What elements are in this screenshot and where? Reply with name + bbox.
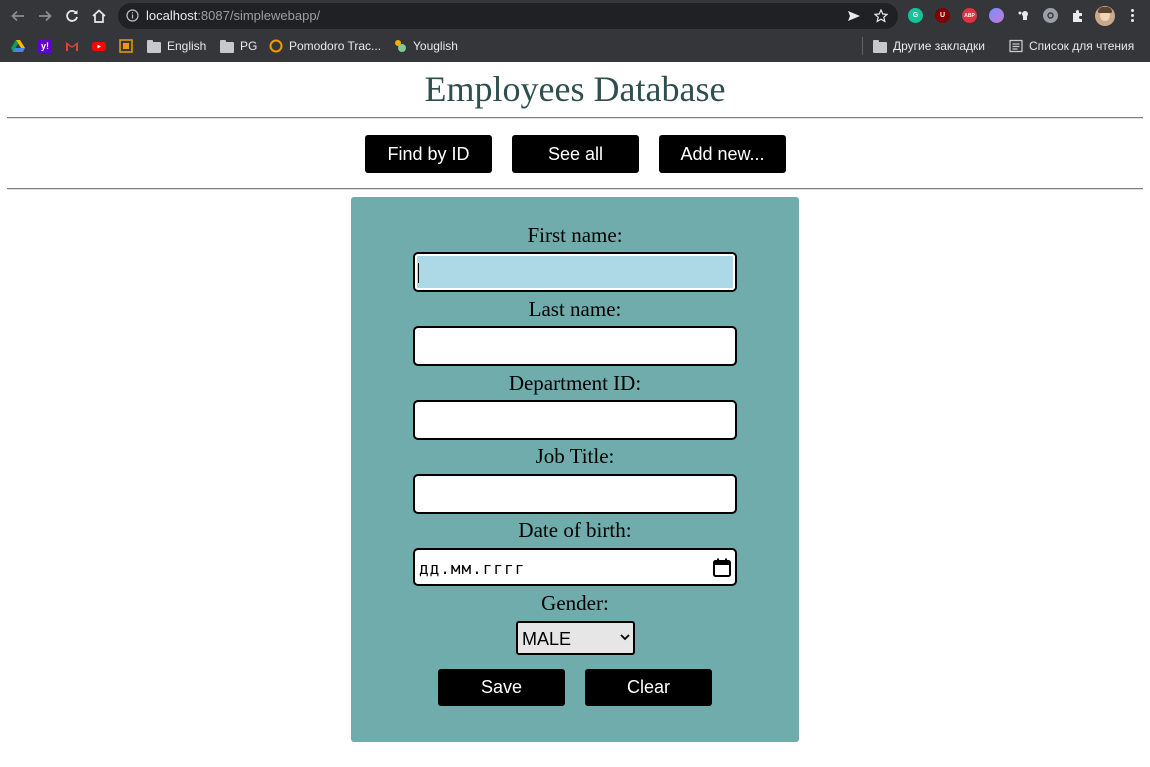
last-name-input[interactable]	[413, 326, 737, 366]
url-path: :8087/simplewebapp/	[197, 8, 321, 23]
last-name-label: Last name:	[528, 297, 622, 321]
orange-square-icon	[119, 39, 133, 53]
home-icon	[92, 9, 106, 23]
arrow-right-icon	[39, 10, 52, 22]
first-name-label: First name:	[527, 223, 623, 247]
gender-label: Gender:	[541, 591, 609, 615]
bookmark-youglish[interactable]: Youglish	[393, 37, 458, 55]
bookmark-english-label: English	[167, 39, 207, 53]
date-placeholder: дд.мм.гггг	[419, 559, 526, 578]
reading-list-button[interactable]: Список для чтения	[1009, 37, 1134, 55]
add-new-button[interactable]: Add new...	[659, 135, 786, 173]
see-all-button[interactable]: See all	[512, 135, 639, 173]
bookmark-pg-label: PG	[240, 39, 258, 53]
employee-form: First name: Last name: Department ID: Jo…	[351, 197, 799, 742]
first-name-input[interactable]	[413, 252, 737, 292]
folder-icon	[147, 39, 161, 53]
reading-list-label: Список для чтения	[1029, 39, 1135, 53]
youtube-icon	[92, 42, 106, 51]
job-title-label: Job Title:	[535, 444, 615, 468]
pomodoro-icon	[269, 39, 283, 53]
adblock-label: ABP	[964, 12, 975, 19]
bookmark-youglish-label: Youglish	[413, 39, 458, 53]
bookmark-folder-pg[interactable]: PG	[220, 37, 257, 55]
job-title-input[interactable]	[413, 474, 737, 514]
fox-extension-icon	[1018, 11, 1028, 20]
bookmark-folder-english[interactable]: English	[147, 37, 206, 55]
ublock-label: U	[939, 12, 946, 19]
url-host: localhost	[146, 8, 198, 23]
bookmark-drive[interactable]	[11, 37, 25, 55]
url-text: localhost:8087/simplewebapp/	[146, 8, 320, 23]
menu-icon[interactable]	[1126, 8, 1138, 24]
gender-selected-value: MALE	[522, 629, 572, 649]
address-bar[interactable]: localhost:8087/simplewebapp/	[118, 3, 898, 29]
gear-icon	[1047, 12, 1054, 19]
gear-extension-icon[interactable]	[1043, 8, 1058, 23]
bookmark-youtube[interactable]	[92, 37, 106, 55]
drop-extension-icon[interactable]	[989, 8, 1004, 23]
bookmark-orange[interactable]	[119, 37, 133, 55]
bookmarks-bar: y! English PG Pomodoro Trac... Youglish	[0, 32, 1150, 61]
folder-icon	[220, 39, 234, 53]
back-button[interactable]	[8, 6, 28, 26]
department-id-label: Department ID:	[508, 371, 642, 395]
youglish-icon	[395, 40, 406, 52]
chevron-down-icon	[620, 634, 630, 641]
arrow-left-icon	[11, 10, 24, 22]
extensions-button[interactable]	[1070, 8, 1085, 23]
reload-button[interactable]	[62, 6, 82, 26]
gender-select[interactable]: MALE	[516, 621, 635, 655]
grammarly-label: G	[912, 12, 919, 19]
info-icon	[126, 9, 139, 22]
text-caret	[418, 263, 419, 283]
puzzle-extension-icon[interactable]	[1016, 8, 1031, 23]
folder-icon	[873, 39, 887, 53]
gmail-icon	[66, 42, 78, 51]
browser-chrome: localhost:8087/simplewebapp/ G U ABP y!	[0, 0, 1150, 62]
date-of-birth-label: Date of birth:	[518, 518, 632, 542]
bookmark-pomodoro-label: Pomodoro Trac...	[289, 39, 382, 53]
save-button[interactable]: Save	[438, 669, 565, 706]
bookmark-gmail[interactable]	[65, 37, 79, 55]
clear-button[interactable]: Clear	[585, 669, 712, 706]
star-icon[interactable]	[874, 9, 888, 23]
bookmark-pomodoro[interactable]: Pomodoro Trac...	[269, 37, 381, 55]
department-id-input[interactable]	[413, 400, 737, 440]
find-by-id-button[interactable]: Find by ID	[365, 135, 492, 173]
google-drive-icon	[11, 40, 25, 52]
calendar-icon[interactable]	[713, 558, 731, 577]
bookmarks-divider	[862, 37, 863, 55]
bookmark-other-label: Другие закладки	[893, 39, 985, 53]
yahoo-icon: y!	[38, 39, 52, 53]
reading-list-icon	[1009, 39, 1023, 53]
adblock-icon[interactable]: ABP	[962, 8, 977, 23]
top-divider	[7, 117, 1143, 119]
home-button[interactable]	[89, 6, 109, 26]
browser-toolbar: localhost:8087/simplewebapp/ G U ABP	[0, 0, 1150, 32]
ublock-icon[interactable]: U	[935, 8, 950, 23]
grammarly-icon[interactable]: G	[908, 8, 923, 23]
bottom-divider	[7, 188, 1143, 190]
puzzle-icon	[1072, 9, 1082, 22]
reload-icon	[66, 10, 78, 22]
avatar-hair	[1098, 7, 1112, 13]
page-title: Employees Database	[424, 69, 726, 109]
bookmark-other-folder[interactable]: Другие закладки	[873, 37, 985, 55]
bookmark-yahoo[interactable]: y!	[38, 37, 52, 55]
forward-button[interactable]	[35, 6, 55, 26]
date-of-birth-input[interactable]: дд.мм.гггг	[413, 548, 737, 586]
send-icon[interactable]	[847, 9, 861, 23]
profile-avatar[interactable]	[1095, 6, 1115, 26]
